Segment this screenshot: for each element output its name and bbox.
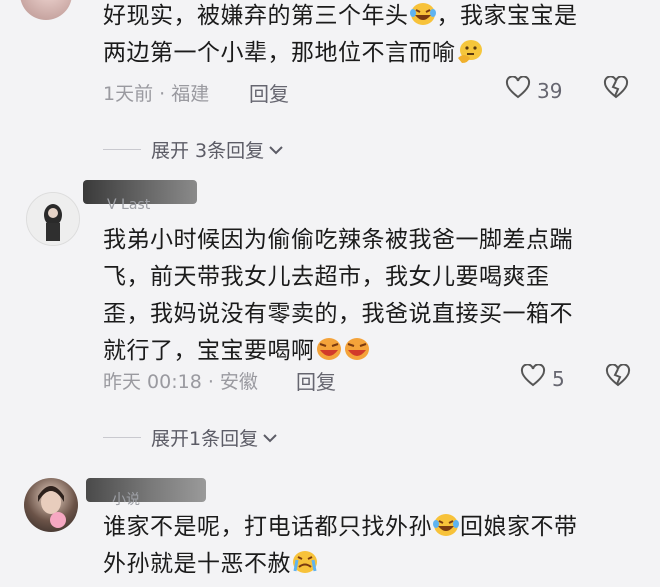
dislike-button[interactable] [603, 75, 629, 104]
comment-text-segment: 飞，前天带我女儿去超市，我女儿要喝爽歪 [103, 264, 550, 290]
like-count: 5 [552, 366, 565, 391]
like-count: 39 [537, 78, 563, 103]
comment-text-segment: 好现实，被嫌弃的第三个年头 [103, 3, 409, 29]
broken-heart-icon [605, 363, 631, 392]
crying-face-emoji-icon [291, 549, 319, 575]
comment-text-segment: 外孙就是十恶不赦 [103, 551, 291, 577]
avatar[interactable] [24, 478, 78, 532]
comment-text: 谁家不是呢，打电话都只找外孙 回娘家不带 外孙就是十恶不赦 [103, 509, 578, 583]
expand-replies-button[interactable]: 展开1条回复 [103, 424, 278, 451]
comment-text-segment: 回娘家不带 [460, 514, 578, 540]
comment-text-segment: 我弟小时候因为偷偷吃辣条被我爸一脚差点踹 [103, 227, 573, 253]
laughing-tears-emoji-icon [432, 512, 460, 538]
like-button[interactable]: 39 [505, 75, 563, 105]
comment-text-segment: 歪，我妈说没有零卖的，我爸说直接买一箱不 [103, 301, 573, 327]
crying-laughing-emoji-icon [315, 336, 343, 362]
heart-outline-icon [505, 75, 531, 105]
username-hint: 小说 [112, 492, 140, 508]
reply-button[interactable]: 回复 [249, 78, 289, 107]
comment-text-segment: 谁家不是呢，打电话都只找外孙 [103, 514, 432, 540]
username-hint: V Last [107, 197, 151, 213]
chevron-down-icon [268, 139, 284, 161]
comment-text-segment: 两边第一个小辈，那地位不言而喻 [103, 40, 456, 66]
comment-text-segment: 就行了，宝宝要喝啊 [103, 338, 315, 364]
comment-meta: 1天前 · 福建 [103, 83, 210, 105]
avatar[interactable] [20, 0, 72, 20]
expand-replies-button[interactable]: 展开 3条回复 [103, 136, 284, 163]
crying-laughing-emoji-icon [343, 336, 371, 362]
avatar[interactable] [26, 192, 80, 246]
comment-text: 好现实，被嫌弃的第三个年头 ，我家宝宝是 两边第一个小辈，那地位不言而喻 [103, 0, 578, 72]
thinking-emoji-icon [456, 38, 484, 64]
divider-line [103, 437, 141, 438]
comment-text-segment: ，我家宝宝是 [436, 3, 578, 29]
chevron-down-icon [262, 427, 278, 449]
username-redacted[interactable] [86, 478, 206, 502]
reply-button[interactable]: 回复 [296, 366, 336, 395]
comment-meta: 昨天 00:18 · 安徽 [103, 371, 258, 393]
laughing-tears-emoji-icon [409, 1, 437, 27]
comment-text: 我弟小时候因为偷偷吃辣条被我爸一脚差点踹 飞，前天带我女儿去超市，我女儿要喝爽歪… [103, 222, 573, 370]
expand-label: 展开 3条回复 [151, 140, 265, 162]
divider-line [103, 149, 141, 150]
like-button[interactable]: 5 [520, 363, 565, 393]
dislike-button[interactable] [605, 363, 631, 392]
broken-heart-icon [603, 75, 629, 104]
heart-outline-icon [520, 363, 546, 393]
expand-label: 展开1条回复 [151, 428, 259, 450]
